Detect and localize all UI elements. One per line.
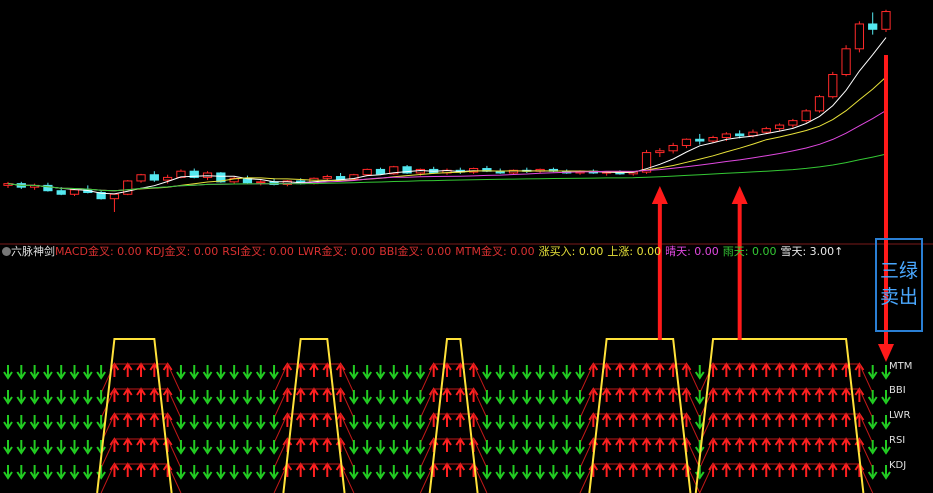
- signal-band: [273, 363, 288, 394]
- signal-band: [473, 363, 488, 394]
- candle-body: [163, 176, 173, 181]
- buy-signal-arrow-head: [651, 186, 668, 204]
- signal-band: [419, 388, 435, 419]
- signal-band: [473, 388, 488, 419]
- pulse-line-layer: [96, 338, 865, 493]
- signal-panel: [3, 362, 891, 493]
- row-label-bbi: BBI: [889, 385, 906, 396]
- signal-band: [858, 363, 874, 394]
- candle-body: [655, 150, 665, 154]
- indicator-item: MTM金叉: 0.00: [455, 245, 535, 258]
- indicator-item: 雪天: 3.00↑: [780, 245, 844, 258]
- candle-body: [774, 124, 785, 130]
- buy-signal-arrow-head: [731, 186, 748, 204]
- candle-body: [868, 23, 878, 30]
- indicator-item: KDJ金叉: 0.00: [145, 245, 219, 258]
- signal-band: [167, 388, 182, 419]
- signal-band: [686, 413, 701, 444]
- indicator-item: 雨天: 0.00: [722, 245, 777, 258]
- sell-annotation-line1: 三绿: [879, 260, 918, 282]
- signal-band: [100, 363, 115, 394]
- signal-band: [419, 438, 435, 469]
- signal-band: [167, 413, 182, 444]
- indicator-values: MACD金叉: 0.00 KDJ金叉: 0.00 RSI金叉: 0.00 LWR金叉:…: [55, 245, 847, 258]
- ma5-line: [7, 37, 887, 195]
- signal-band: [273, 388, 288, 419]
- row-label-lwr: LWR: [889, 410, 911, 421]
- candle-body: [881, 11, 891, 30]
- indicator-item: 涨买入: 0.00: [538, 245, 604, 258]
- candle-body: [56, 190, 66, 195]
- pulse-segment: [96, 338, 173, 493]
- candle-body: [721, 133, 731, 138]
- signal-band: [686, 363, 701, 394]
- candle-body: [322, 176, 332, 179]
- candle-body: [335, 176, 346, 180]
- signal-band: [579, 438, 594, 469]
- signal-band: [340, 413, 355, 444]
- signal-band: [579, 363, 594, 394]
- moving-average-layer: [7, 37, 887, 195]
- signal-band: [273, 413, 288, 444]
- settings-icon[interactable]: [2, 247, 11, 256]
- signal-band: [579, 388, 594, 419]
- candle-body: [735, 133, 745, 137]
- row-label-mtm: MTM: [889, 361, 913, 372]
- candle-body: [814, 96, 825, 112]
- candle-body: [149, 174, 159, 181]
- candle-body: [69, 189, 80, 195]
- sell-signal-arrow-head: [878, 344, 894, 362]
- candle-body: [788, 120, 798, 126]
- signal-band: [340, 388, 355, 419]
- candle-body: [109, 193, 120, 200]
- candle-body: [801, 110, 811, 122]
- signal-band: [100, 463, 115, 493]
- indicator-item: RSI金叉: 0.00: [222, 245, 294, 258]
- candle-body: [668, 144, 678, 152]
- signal-band: [473, 413, 488, 444]
- indicator-item: 上涨: 0.00: [607, 245, 662, 258]
- row-label-rsi: RSI: [889, 435, 906, 446]
- candle-body: [136, 174, 146, 182]
- candle-body: [256, 181, 266, 184]
- signal-band: [340, 363, 355, 394]
- indicator-info-bar: 六脉神剑MACD金叉: 0.00 KDJ金叉: 0.00 RSI金叉: 0.00 LW…: [0, 244, 847, 260]
- signal-band: [858, 413, 874, 444]
- signal-band: [699, 463, 714, 493]
- signal-band: [579, 413, 594, 444]
- candle-body: [695, 138, 705, 142]
- signal-band: [273, 438, 288, 469]
- sell-annotation-line2: 卖出: [879, 286, 918, 308]
- signal-band: [686, 388, 701, 419]
- signal-band: [473, 438, 488, 469]
- indicator-item: BBI金叉: 0.00: [379, 245, 452, 258]
- candlestick-layer: [3, 9, 891, 212]
- signal-band: [167, 438, 182, 469]
- row-label-kdj: KDJ: [889, 460, 907, 471]
- signal-band: [340, 438, 355, 469]
- candle-body: [681, 138, 692, 146]
- indicator-item: 晴天: 0.00: [665, 245, 719, 258]
- signal-band: [858, 438, 874, 469]
- signal-band: [419, 363, 435, 394]
- candle-body: [362, 168, 372, 176]
- indicator-item: MACD金叉: 0.00: [55, 245, 142, 258]
- signal-band: [686, 438, 701, 469]
- sell-annotation-box: 三绿 卖出: [875, 238, 923, 332]
- signal-band: [699, 363, 714, 394]
- signal-band: [419, 413, 435, 444]
- candle-body: [854, 23, 865, 50]
- indicator-item: LWR金叉: 0.00: [297, 245, 376, 258]
- candle-body: [375, 168, 386, 175]
- indicator-name: 六脉神剑: [11, 245, 55, 258]
- signal-band: [167, 363, 182, 394]
- candle-body: [202, 172, 213, 178]
- candle-body: [841, 48, 851, 76]
- candle-body: [761, 128, 771, 133]
- candle-body: [828, 74, 838, 98]
- signal-band: [858, 388, 874, 419]
- candle-body: [708, 136, 718, 142]
